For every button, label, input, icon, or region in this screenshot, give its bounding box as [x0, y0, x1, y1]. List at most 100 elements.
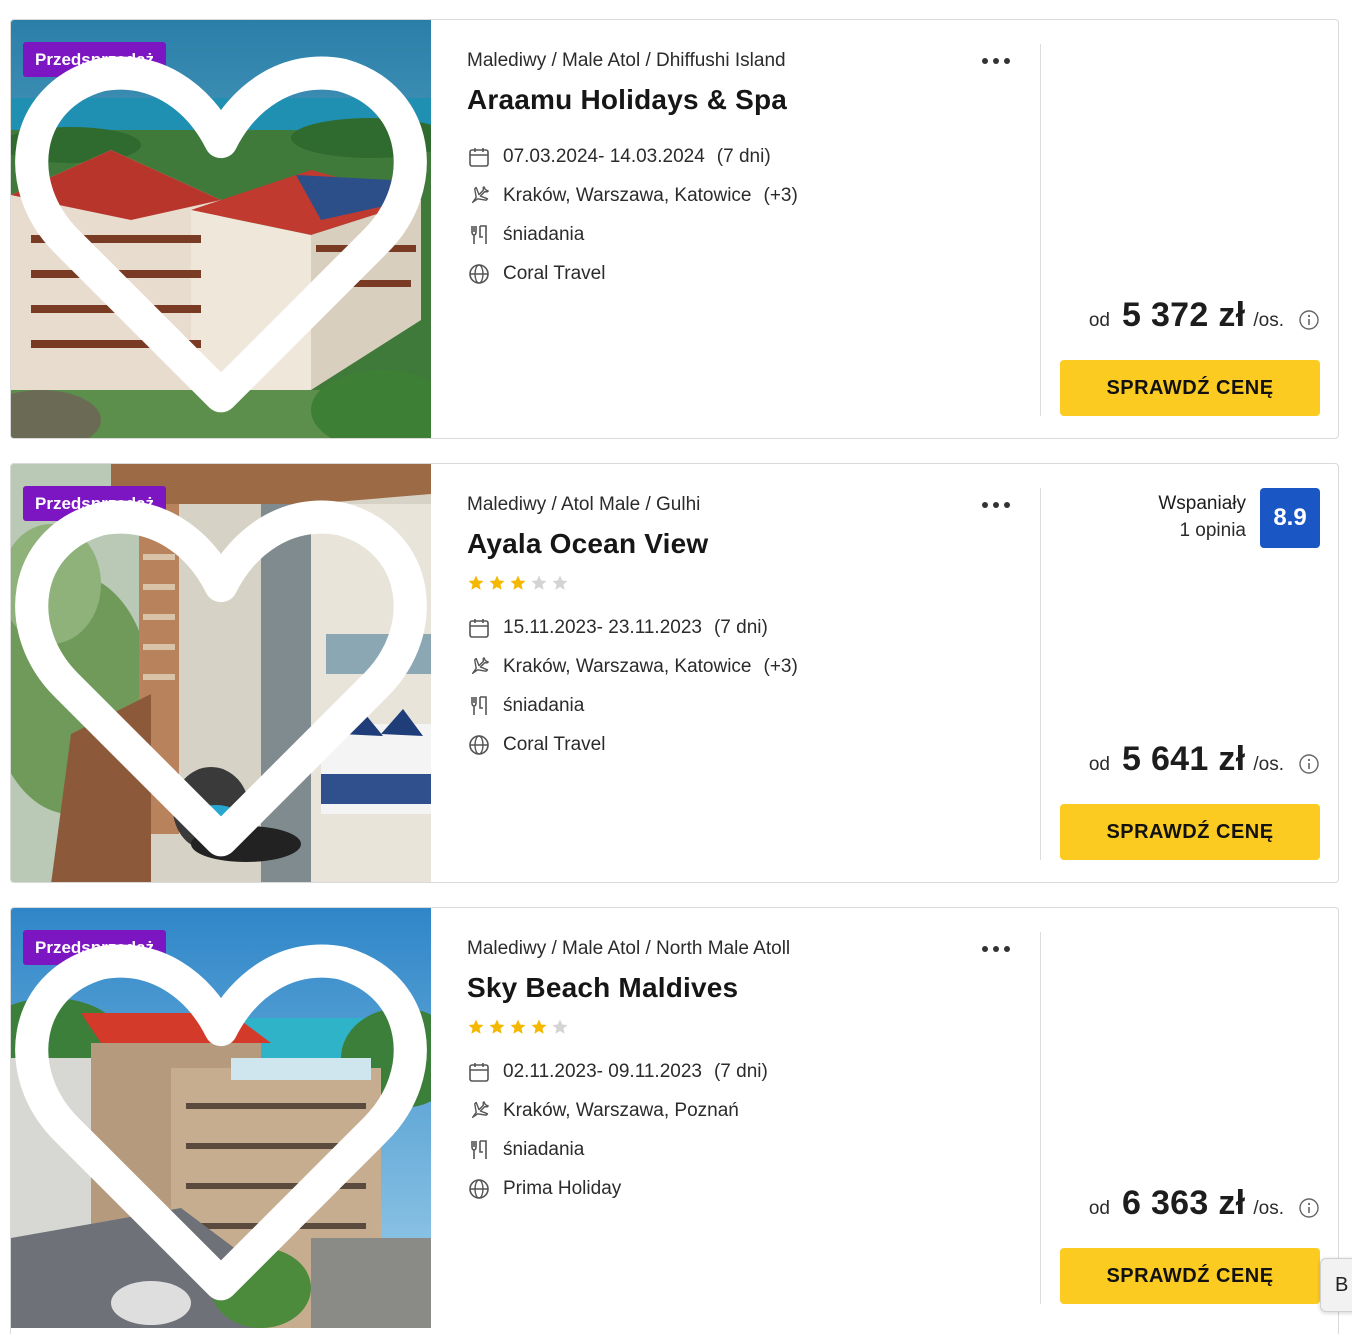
heart-outline-icon[interactable] — [11, 908, 431, 1328]
star-empty-icon — [552, 1019, 568, 1034]
price-amount: 5 372 zł — [1121, 296, 1246, 334]
board-text: śniadania — [503, 1138, 585, 1160]
globe-icon — [469, 263, 489, 284]
calendar-icon — [469, 618, 489, 638]
calendar-icon — [469, 1062, 489, 1082]
price-amount: 6 363 zł — [1121, 1184, 1246, 1222]
offer-card[interactable]: Przedsprzedaż Malediwy / Atol Male / Gul… — [10, 463, 1339, 883]
rating-count[interactable]: 1 opinia — [1158, 516, 1246, 546]
star-filled-icon — [531, 1019, 547, 1034]
airplane-icon — [471, 185, 489, 203]
star-filled-icon — [489, 575, 505, 590]
location-breadcrumb: Malediwy / Male Atol / North Male Atoll — [467, 938, 791, 959]
operator-row: Coral Travel — [467, 254, 798, 293]
hotel-photo[interactable]: Przedsprzedaż — [11, 908, 431, 1328]
heart-outline-icon[interactable] — [11, 20, 431, 439]
offer-card[interactable]: Przedsprzedaż Malediwy / Male Atol / Dhi… — [10, 19, 1339, 439]
offer-info: Malediwy / Atol Male / Gulhi Ayala Ocean… — [467, 464, 1027, 882]
dates-row: 02.11.2023- 09.11.2023 (7 dni) — [467, 1052, 768, 1091]
heart-outline-icon[interactable] — [11, 464, 431, 883]
star-rating — [467, 1018, 569, 1036]
star-empty-icon — [552, 575, 568, 590]
hotel-name[interactable]: Ayala Ocean View — [467, 528, 708, 560]
price-prefix: od — [1088, 754, 1110, 775]
divider — [1040, 488, 1041, 860]
location-breadcrumb: Malediwy / Atol Male / Gulhi — [467, 494, 701, 515]
hotel-name[interactable]: Araamu Holidays & Spa — [467, 84, 787, 116]
board-row: śniadania — [467, 1130, 768, 1169]
departure-extra[interactable]: (+3) — [764, 185, 798, 207]
board-row: śniadania — [467, 686, 798, 725]
price-suffix: /os. — [1253, 754, 1284, 775]
operator-text: Coral Travel — [503, 262, 606, 284]
airplane-icon — [471, 656, 489, 674]
operator-row: Coral Travel — [467, 725, 798, 764]
departure-row: Kraków, Warszawa, Katowice (+3) — [467, 647, 798, 686]
check-price-button[interactable]: SPRAWDŹ CENĘ — [1060, 804, 1320, 860]
board-text: śniadania — [503, 223, 585, 245]
cutlery-icon — [471, 1139, 487, 1159]
check-price-button[interactable]: SPRAWDŹ CENĘ — [1060, 1248, 1320, 1304]
rating-label: Wspaniały — [1158, 493, 1246, 514]
star-empty-icon — [531, 575, 547, 590]
location-breadcrumb: Malediwy / Male Atol / Dhiffushi Island — [467, 50, 786, 71]
divider — [1040, 44, 1041, 416]
info-circle-icon[interactable] — [1298, 309, 1320, 331]
calendar-icon — [469, 147, 489, 167]
offer-details: 02.11.2023- 09.11.2023 (7 dni) Kraków, W… — [467, 1052, 768, 1208]
price-block: od 5 641 zł /os. — [1089, 740, 1320, 779]
departure-row: Kraków, Warszawa, Katowice (+3) — [467, 176, 798, 215]
hotel-name[interactable]: Sky Beach Maldives — [467, 972, 738, 1004]
offer-details: 07.03.2024- 14.03.2024 (7 dni) Kraków, W… — [467, 137, 798, 293]
star-filled-icon — [468, 575, 484, 590]
price-suffix: /os. — [1253, 310, 1284, 331]
info-circle-icon[interactable] — [1298, 1197, 1320, 1219]
airplane-icon — [471, 1100, 489, 1118]
dates-text: 15.11.2023- 23.11.2023 — [503, 616, 702, 638]
departure-row: Kraków, Warszawa, Poznań — [467, 1091, 768, 1130]
price-block: od 5 372 zł /os. — [1089, 296, 1320, 335]
offer-card[interactable]: Przedsprzedaż Malediwy / Male Atol / Nor… — [10, 907, 1339, 1334]
check-price-button[interactable]: SPRAWDŹ CENĘ — [1060, 360, 1320, 416]
offer-info: Malediwy / Male Atol / Dhiffushi Island … — [467, 20, 1027, 438]
departure-text: Kraków, Warszawa, Poznań — [503, 1099, 739, 1121]
price-block: od 6 363 zł /os. — [1089, 1184, 1320, 1223]
operator-row: Prima Holiday — [467, 1169, 768, 1208]
price-amount: 5 641 zł — [1121, 740, 1246, 778]
operator-text: Coral Travel — [503, 733, 606, 755]
hotel-photo[interactable]: Przedsprzedaż — [11, 20, 431, 439]
more-dots-icon[interactable] — [982, 938, 1016, 960]
board-row: śniadania — [467, 215, 798, 254]
cutlery-icon — [471, 224, 487, 244]
duration-text: (7 dni) — [713, 1060, 768, 1082]
star-filled-icon — [468, 1019, 484, 1034]
duration-text: (7 dni) — [716, 145, 771, 167]
review-rating[interactable]: Wspaniały 1 opinia 8.9 — [1158, 488, 1320, 548]
star-filled-icon — [489, 1019, 505, 1034]
info-circle-icon[interactable] — [1298, 753, 1320, 775]
star-filled-icon — [510, 575, 526, 590]
departure-extra[interactable]: (+3) — [764, 656, 798, 678]
departure-text: Kraków, Warszawa, Katowice — [503, 184, 752, 206]
cutlery-icon — [471, 695, 487, 715]
star-filled-icon — [510, 1019, 526, 1034]
price-suffix: /os. — [1253, 1198, 1284, 1219]
price-prefix: od — [1088, 310, 1110, 331]
globe-icon — [469, 734, 489, 755]
globe-icon — [469, 1178, 489, 1199]
hotel-photo[interactable]: Przedsprzedaż — [11, 464, 431, 883]
offer-info: Malediwy / Male Atol / North Male Atoll … — [467, 908, 1027, 1328]
dates-row: 15.11.2023- 23.11.2023 (7 dni) — [467, 608, 798, 647]
dates-text: 02.11.2023- 09.11.2023 — [503, 1060, 702, 1082]
dates-text: 07.03.2024- 14.03.2024 — [503, 145, 705, 167]
price-prefix: od — [1088, 1198, 1110, 1219]
duration-text: (7 dni) — [713, 616, 768, 638]
more-dots-icon[interactable] — [982, 494, 1016, 516]
star-rating — [467, 574, 569, 592]
dates-row: 07.03.2024- 14.03.2024 (7 dni) — [467, 137, 798, 176]
divider — [1040, 932, 1041, 1304]
offer-details: 15.11.2023- 23.11.2023 (7 dni) Kraków, W… — [467, 608, 798, 764]
more-dots-icon[interactable] — [982, 50, 1016, 72]
side-floating-tab[interactable]: B — [1320, 1258, 1352, 1312]
operator-text: Prima Holiday — [503, 1177, 622, 1199]
